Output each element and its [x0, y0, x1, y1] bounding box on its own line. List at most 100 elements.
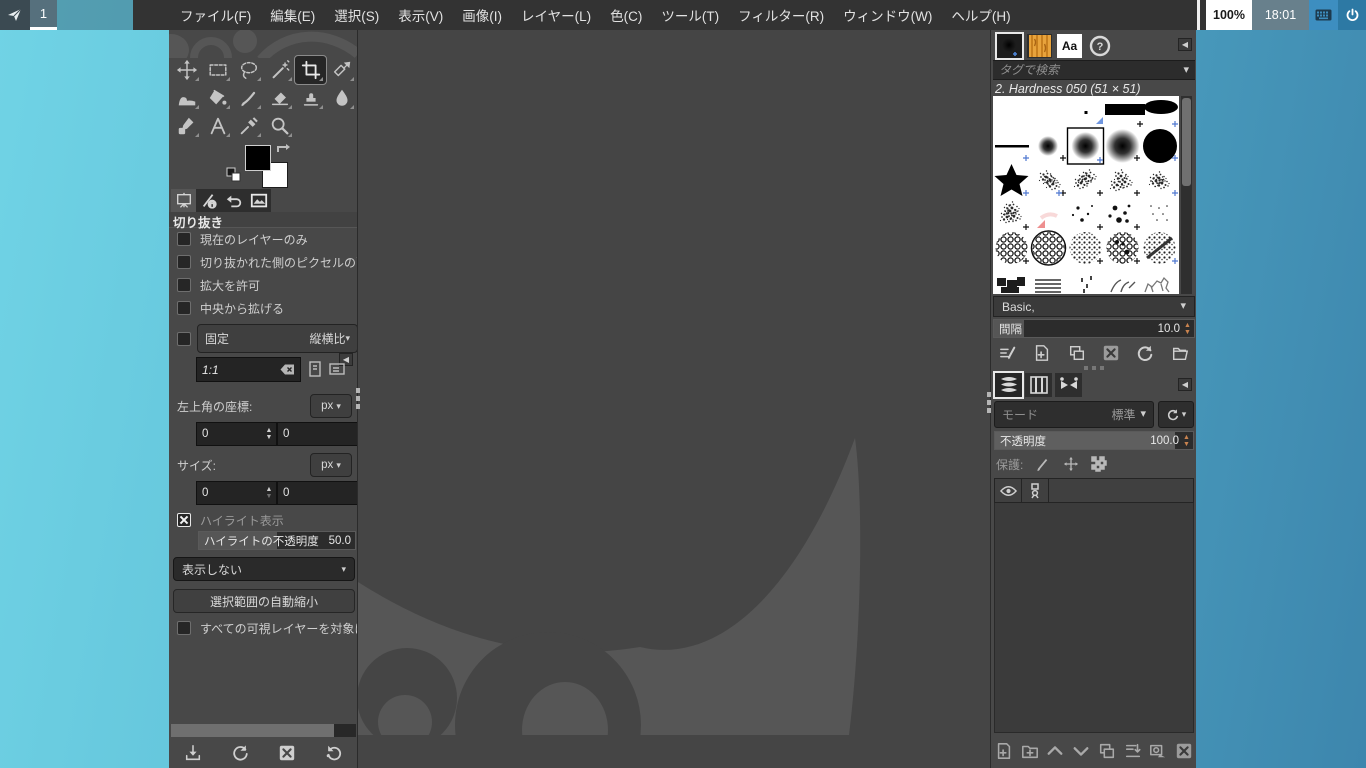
spinner-buttons[interactable]: ▲▼ — [1181, 432, 1192, 449]
visibility-column-header[interactable] — [995, 479, 1022, 502]
keyboard-layout-button[interactable] — [1309, 0, 1338, 30]
foreground-color-swatch[interactable] — [245, 145, 271, 171]
edit-brush-button[interactable] — [999, 344, 1017, 362]
option-allow-growing[interactable]: 拡大を許可 — [177, 277, 358, 293]
tool-clone[interactable] — [295, 84, 326, 112]
layers-list-empty[interactable] — [994, 503, 1194, 733]
tool-options-hscrollbar[interactable] — [171, 724, 356, 737]
tool-ink[interactable] — [171, 112, 202, 140]
power-button[interactable] — [1338, 0, 1366, 30]
size-width-field[interactable]: 0 ▲▼ — [196, 481, 277, 505]
tab-patterns[interactable] — [1027, 34, 1052, 58]
tool-rectangle-select[interactable] — [202, 56, 233, 84]
menu-colors[interactable]: 色(C) — [610, 5, 642, 25]
refresh-brushes-button[interactable] — [1136, 344, 1154, 362]
guides-dropdown[interactable]: 表示しない ▾ — [173, 557, 355, 581]
checkbox[interactable] — [177, 301, 191, 315]
highlight-checkbox-checked[interactable] — [177, 513, 191, 527]
delete-brush-button[interactable] — [1102, 344, 1120, 362]
option-current-layer-only[interactable]: 現在のレイヤーのみ — [177, 231, 358, 247]
tab-brushes[interactable] — [997, 34, 1022, 58]
tool-fuzzy-select[interactable] — [264, 56, 295, 84]
tool-text[interactable] — [202, 112, 233, 140]
option-expand-from-center[interactable]: 中央から拡げる — [177, 300, 358, 316]
highlight-opacity-slider[interactable]: ハイライトの不透明度 50.0 — [198, 531, 356, 550]
tab-fonts[interactable]: Aa — [1057, 34, 1082, 58]
right-dock-resize-handle[interactable] — [987, 392, 992, 413]
size-height-field[interactable]: 0 — [277, 481, 358, 505]
clear-icon[interactable] — [280, 364, 295, 375]
position-x-field[interactable]: 0 ▲▼ — [196, 422, 277, 446]
brush-grid-scrollbar[interactable] — [1181, 96, 1192, 294]
fixed-checkbox[interactable] — [177, 332, 191, 346]
brush-search-input[interactable] — [999, 63, 1183, 77]
tab-channels[interactable] — [1025, 373, 1052, 397]
tab-device-status[interactable] — [196, 189, 221, 212]
layer-opacity-slider[interactable]: 不透明度 100.0 ▲▼ — [994, 431, 1194, 450]
layer-mode-switch-button[interactable]: ▾ — [1158, 401, 1194, 428]
new-layer-group-button[interactable] — [1021, 742, 1039, 760]
menu-layer[interactable]: レイヤー(L) — [521, 5, 591, 25]
menu-tools[interactable]: ツール(T) — [661, 5, 719, 25]
tool-unified-transform[interactable] — [326, 56, 357, 84]
menu-help[interactable]: ヘルプ(H) — [951, 5, 1010, 25]
landscape-orientation-button[interactable] — [329, 361, 346, 378]
option-sample-merged[interactable]: すべての可視レイヤーを対象にする — [177, 620, 358, 636]
tab-layers[interactable] — [995, 373, 1022, 397]
checkbox[interactable] — [177, 232, 191, 246]
tab-tool-options[interactable] — [171, 189, 196, 212]
new-layer-button[interactable] — [995, 742, 1013, 760]
canvas-area[interactable] — [358, 30, 990, 768]
tool-paintbrush[interactable] — [233, 84, 264, 112]
save-tool-preset-button[interactable] — [184, 744, 202, 762]
lower-layer-button[interactable] — [1072, 742, 1090, 760]
autoshrink-button[interactable]: 選択範囲の自動縮小 — [173, 589, 355, 613]
lock-alpha-button[interactable] — [1091, 456, 1107, 472]
menu-edit[interactable]: 編集(E) — [270, 5, 315, 25]
duplicate-brush-button[interactable] — [1068, 344, 1086, 362]
reset-tool-options-button[interactable] — [325, 744, 343, 762]
left-dock-resize-handle[interactable] — [356, 388, 361, 409]
menu-file[interactable]: ファイル(F) — [180, 5, 251, 25]
dock-splitter-handle[interactable] — [991, 366, 1196, 370]
tab-paths[interactable] — [1055, 373, 1082, 397]
aspect-ratio-field[interactable] — [196, 357, 301, 382]
raise-layer-button[interactable] — [1046, 742, 1064, 760]
open-brush-as-image-button[interactable] — [1171, 344, 1189, 362]
brush-group-dropdown[interactable]: Basic, ▾ — [993, 296, 1195, 317]
brush-grid[interactable] — [993, 96, 1179, 294]
tab-images[interactable] — [246, 189, 271, 212]
tool-move[interactable] — [171, 56, 202, 84]
checkbox[interactable] — [177, 255, 191, 269]
tool-eraser[interactable] — [264, 84, 295, 112]
lock-position-button[interactable] — [1063, 456, 1079, 472]
launcher-button[interactable] — [0, 0, 30, 30]
option-delete-cropped-pixels[interactable]: 切り抜かれた側のピクセルの削除 — [177, 254, 358, 270]
menu-windows[interactable]: ウィンドウ(W) — [843, 5, 932, 25]
restore-tool-preset-button[interactable] — [231, 744, 249, 762]
tool-color-picker[interactable] — [233, 112, 264, 140]
layers-menu-button[interactable]: ◀ — [1178, 378, 1192, 391]
brushes-menu-button[interactable]: ◀ — [1178, 38, 1192, 51]
tool-smudge[interactable] — [326, 84, 357, 112]
brush-spacing-slider[interactable]: 間隔 10.0 ▲▼ — [993, 319, 1195, 338]
scrollbar-thumb[interactable] — [1182, 98, 1191, 186]
layer-mode-dropdown[interactable]: モード 標準 ▾ — [994, 401, 1154, 428]
aspect-ratio-input[interactable] — [202, 363, 280, 377]
menu-image[interactable]: 画像(I) — [462, 5, 502, 25]
chevron-down-icon[interactable]: ▾ — [1183, 66, 1189, 75]
delete-layer-button[interactable] — [1175, 742, 1193, 760]
tool-crop[interactable] — [295, 56, 326, 84]
duplicate-layer-button[interactable] — [1098, 742, 1116, 760]
fixed-aspect-dropdown[interactable]: 固定 縦横比 ▾ — [197, 324, 358, 353]
position-y-field[interactable]: 0 — [277, 422, 358, 446]
link-column-header[interactable] — [1022, 479, 1049, 502]
checkbox[interactable] — [177, 278, 191, 292]
portrait-orientation-button[interactable] — [308, 361, 322, 378]
spinner-buttons[interactable]: ▲▼ — [1182, 320, 1193, 337]
tab-undo-history[interactable] — [221, 189, 246, 212]
delete-tool-preset-button[interactable] — [278, 744, 296, 762]
checkbox[interactable] — [177, 621, 191, 635]
add-layer-mask-button[interactable] — [1149, 742, 1167, 760]
lock-pixels-button[interactable] — [1035, 456, 1051, 472]
